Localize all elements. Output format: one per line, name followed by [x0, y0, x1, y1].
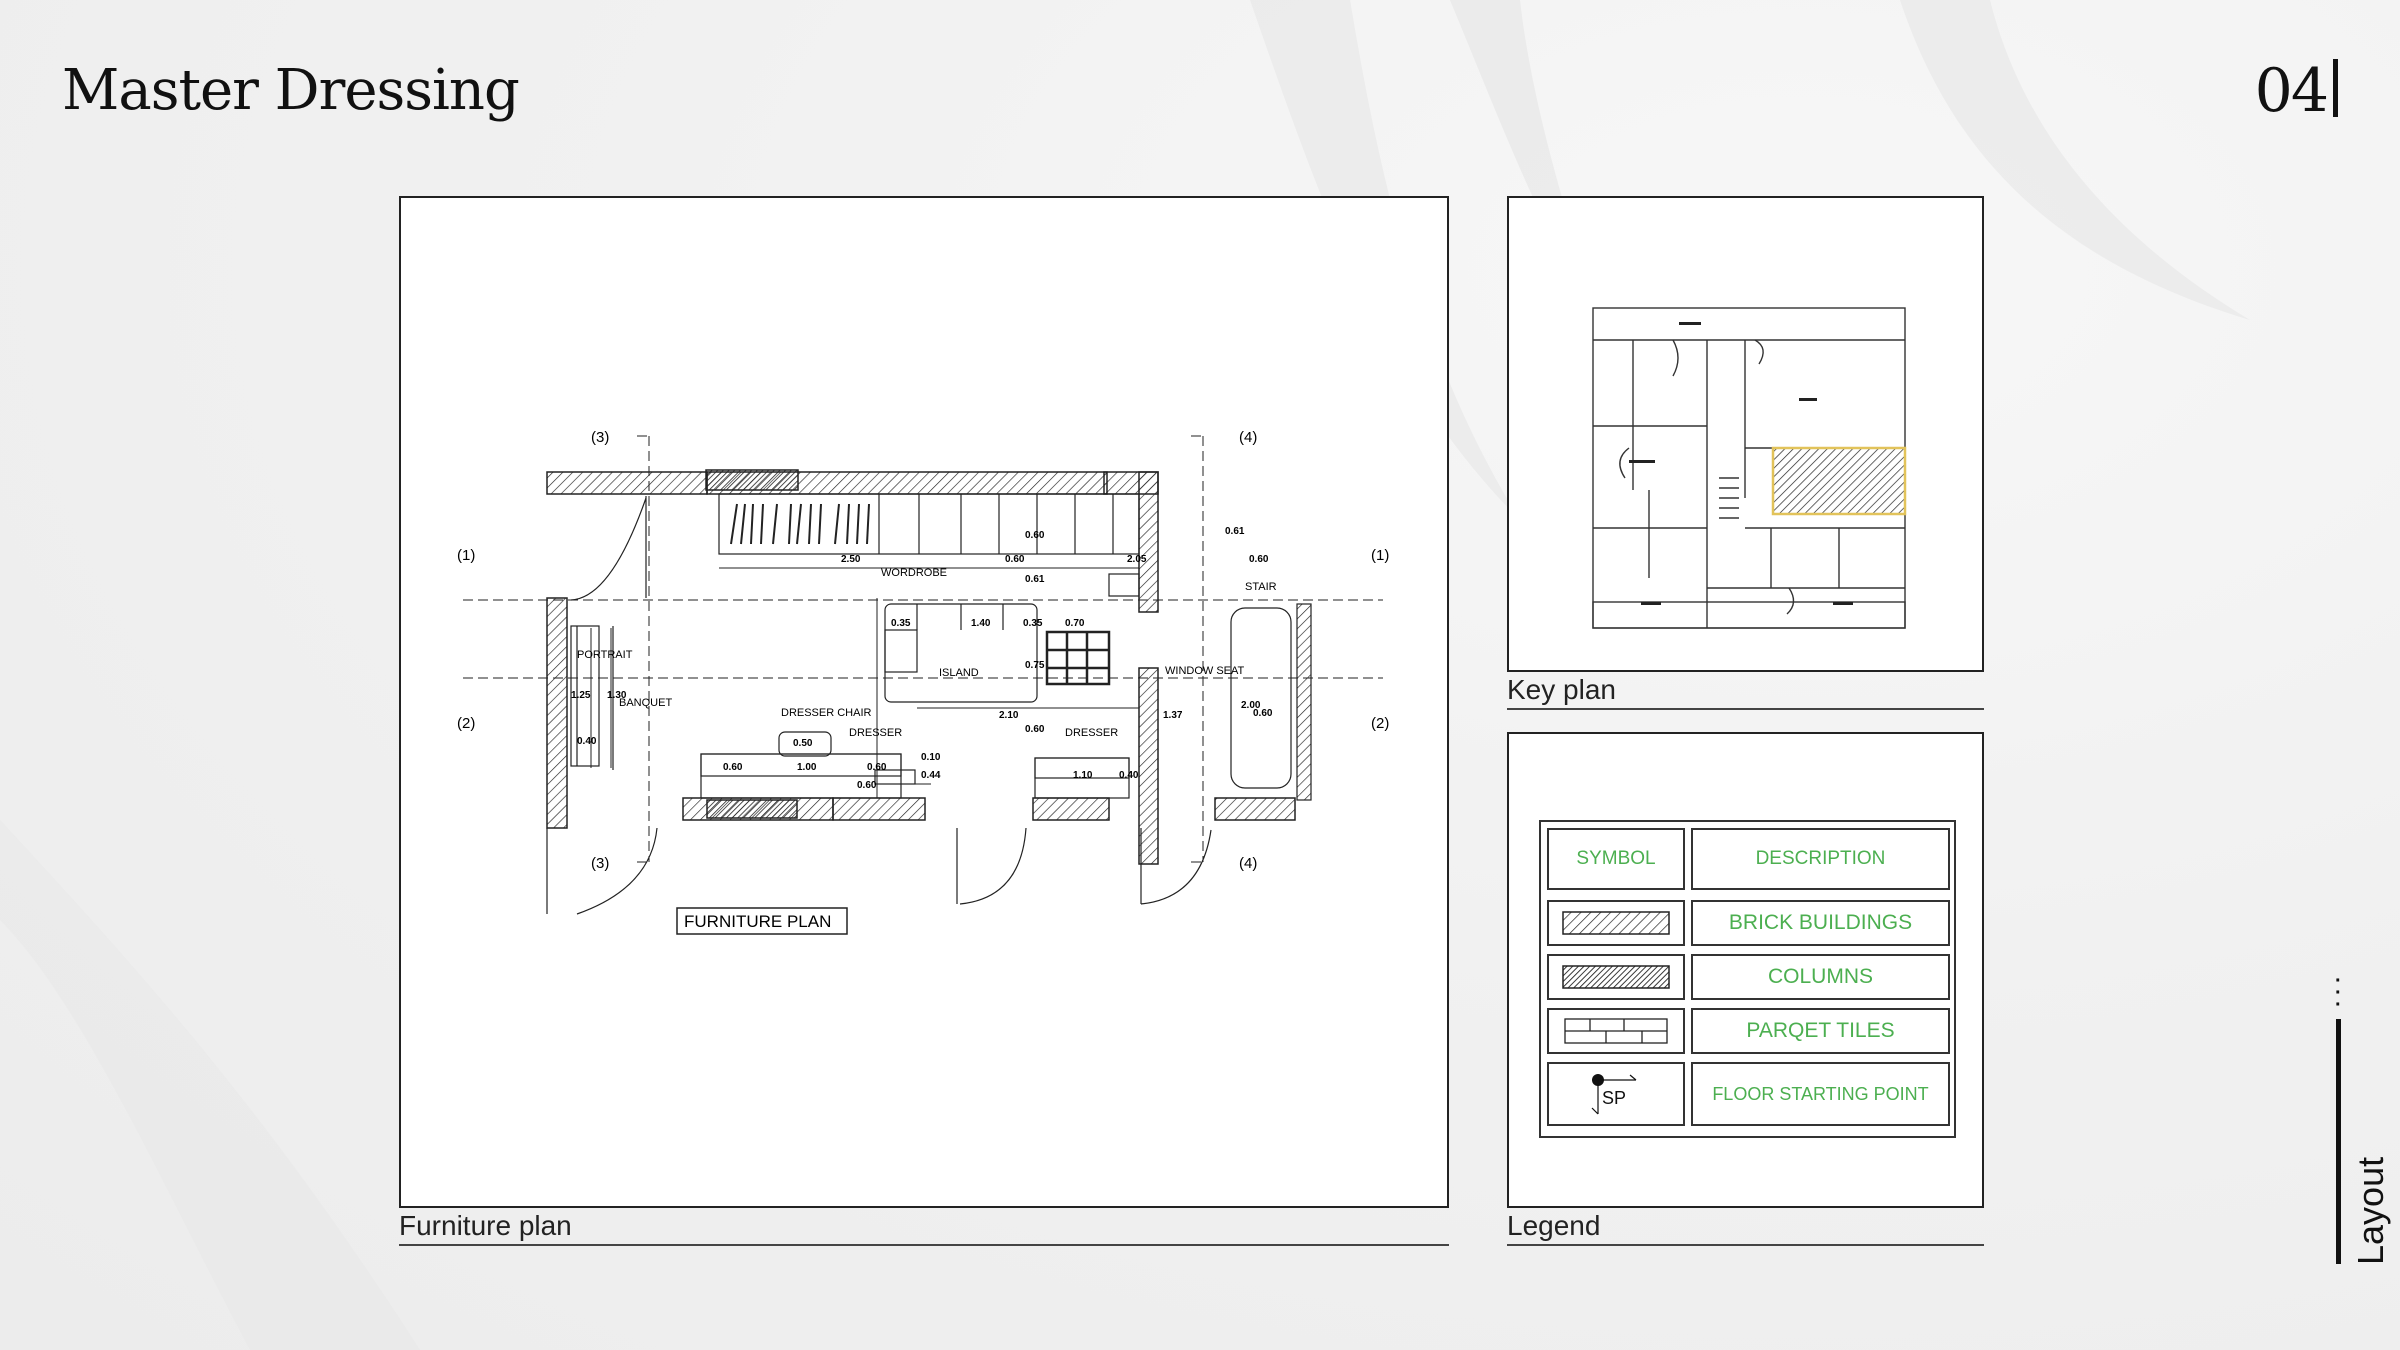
legend-panel: SYMBOL DESCRIPTION BRICK BUILDINGS COLUM… [1507, 732, 1984, 1208]
dim-130: 1.30 [607, 690, 627, 701]
dressers [700, 731, 1130, 799]
floor-start-marker-text: SP [1602, 1088, 1626, 1108]
dim-060a: 0.60 [1005, 554, 1025, 565]
dim-060e: 0.60 [1253, 708, 1273, 719]
legend-header-symbol: SYMBOL [1547, 828, 1685, 890]
page-title: Master Dressing [62, 58, 520, 123]
floor-starting-point-icon: SP [1591, 1074, 1637, 1115]
legend-caption: Legend [1507, 1210, 1984, 1246]
dim-061b: 0.61 [1025, 574, 1045, 585]
dim-110: 1.10 [1073, 770, 1093, 781]
column-hatch-icon [1562, 965, 1670, 989]
legend-desc-parquet: PARQET TILES [1691, 1008, 1950, 1054]
legend-symbol-floor-start: SP [1547, 1062, 1685, 1126]
section-mark-1-right: (1) [1371, 547, 1389, 564]
page-number-text: 04 [2254, 56, 2329, 126]
label-dresser-chair: DRESSER CHAIR [781, 707, 872, 719]
section-mark-2-left: (2) [457, 715, 475, 732]
dim-100: 1.00 [797, 762, 817, 773]
dim-040a: 0.40 [577, 736, 597, 747]
section-mark-4-bottom: (4) [1239, 855, 1257, 872]
label-stair: STAIR [1245, 581, 1277, 593]
section-mark-3-top: (3) [591, 429, 609, 446]
dim-060f: 0.60 [723, 762, 743, 773]
legend-desc-floor-start: FLOOR STARTING POINT [1691, 1062, 1950, 1126]
legend-desc-brick: BRICK BUILDINGS [1691, 900, 1950, 946]
section-mark-4-top: (4) [1239, 429, 1257, 446]
dim-040b: 0.40 [1119, 770, 1139, 781]
label-banquet: BANQUET [619, 697, 672, 709]
side-tab: · · · Layout [2320, 970, 2391, 1295]
label-dresser-2: DRESSER [1065, 727, 1118, 739]
key-plan-highlight [1771, 446, 1907, 516]
dim-061a: 0.61 [1225, 526, 1245, 537]
legend-symbol-brick [1547, 900, 1685, 946]
wardrobe [718, 493, 1140, 597]
dim-060b: 0.60 [1249, 554, 1269, 565]
plan-title-box: FURNITURE PLAN [676, 907, 848, 935]
legend-table: SYMBOL DESCRIPTION BRICK BUILDINGS COLUM… [1539, 820, 1956, 1138]
dim-060h: 0.60 [857, 780, 877, 791]
ellipsis-icon: · · · [2335, 970, 2342, 1016]
key-plan-drawing [1592, 307, 1907, 629]
label-portrait: PORTRAIT [577, 649, 633, 661]
key-plan-panel [1507, 196, 1984, 672]
parquet-tiles-icon [1564, 1018, 1668, 1044]
dim-060d: 0.60 [1025, 724, 1045, 735]
side-tab-label: Layout [2350, 1156, 2391, 1265]
label-window-seat: WINDOW SEAT [1165, 665, 1245, 677]
furniture-plan-caption: Furniture plan [399, 1210, 1449, 1246]
label-island: ISLAND [939, 667, 979, 679]
dim-125: 1.25 [571, 690, 591, 701]
legend-symbol-columns [1547, 954, 1685, 1000]
page-number-bar [2333, 59, 2338, 117]
dim-010: 0.10 [921, 752, 941, 763]
section-mark-3-bottom: (3) [591, 855, 609, 872]
dimension-labels: 2.50 0.60 2.05 0.60 0.61 0.61 0.60 0.35 … [571, 526, 1273, 791]
dim-210: 2.10 [999, 710, 1019, 721]
section-mark-1-left: (1) [457, 547, 475, 564]
legend-symbol-parquet [1547, 1008, 1685, 1054]
dim-035a: 0.35 [891, 618, 911, 629]
dim-250: 2.50 [841, 554, 861, 565]
plan-title: FURNITURE PLAN [684, 912, 831, 931]
dim-137: 1.37 [1163, 710, 1183, 721]
label-dresser-1: DRESSER [849, 727, 902, 739]
dim-140: 1.40 [971, 618, 991, 629]
dim-070: 0.70 [1065, 618, 1085, 629]
legend-header-description: DESCRIPTION [1691, 828, 1950, 890]
furniture-plan-drawing: (1) (1) (2) (2) (3) (3) (4) (4) WORDROBE… [457, 429, 1389, 935]
side-tab-line [2336, 1019, 2341, 1264]
hangers [730, 503, 870, 545]
dim-205: 2.05 [1127, 554, 1147, 565]
legend-desc-columns: COLUMNS [1691, 954, 1950, 1000]
dim-075: 0.75 [1025, 660, 1045, 671]
page-number: 04 [2255, 56, 2338, 126]
dim-060c: 0.60 [1025, 530, 1045, 541]
dim-044: 0.44 [921, 770, 941, 781]
label-wordrobe: WORDROBE [881, 567, 947, 579]
dim-035b: 0.35 [1023, 618, 1043, 629]
furniture-plan-panel: (1) (1) (2) (2) (3) (3) (4) (4) WORDROBE… [399, 196, 1449, 1208]
section-mark-2-right: (2) [1371, 715, 1389, 732]
dim-060g: 0.60 [867, 762, 887, 773]
key-plan-caption: Key plan [1507, 674, 1984, 710]
dim-050: 0.50 [793, 738, 813, 749]
brick-hatch-icon [1562, 911, 1670, 935]
